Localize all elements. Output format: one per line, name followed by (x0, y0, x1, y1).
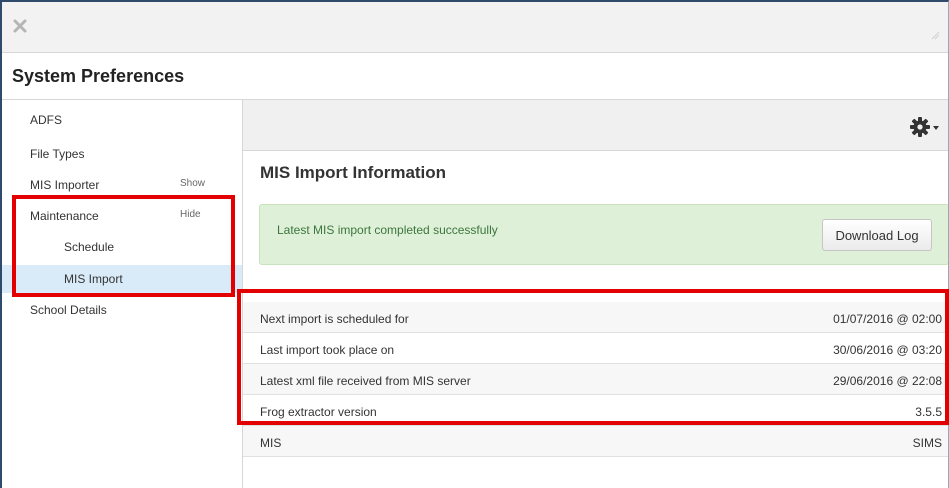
row-label: MIS (260, 436, 282, 450)
gear-icon (910, 117, 930, 137)
hide-toggle[interactable]: Hide (180, 209, 201, 220)
table-row: Latest xml file received from MIS server… (243, 364, 948, 395)
sidebar-item-label: ADFS (30, 113, 63, 127)
table-row: Last import took place on 30/06/2016 @ 0… (243, 333, 948, 364)
row-value: SIMS (912, 436, 942, 450)
table-row: Next import is scheduled for 01/07/2016 … (243, 302, 948, 333)
sidebar-item-maintenance[interactable]: Maintenance Hide (2, 196, 242, 224)
main-content: MIS Import Information Latest MIS import… (243, 100, 948, 488)
toolbar (243, 100, 948, 151)
show-toggle[interactable]: Show (180, 178, 205, 189)
window-header: System Preferences (2, 53, 948, 100)
table-row: Frog extractor version 3.5.5 (243, 395, 948, 426)
settings-dropdown-button[interactable] (908, 115, 942, 139)
sidebar-item-label: School Details (30, 303, 107, 317)
success-alert: Latest MIS import completed successfully… (259, 204, 948, 265)
sidebar-item-mis-importer[interactable]: MIS Importer Show (2, 165, 242, 193)
alert-message: Latest MIS import completed successfully (277, 223, 498, 237)
close-icon[interactable] (12, 18, 28, 34)
sidebar-item-mis-import[interactable]: MIS Import (2, 265, 242, 293)
caret-down-icon (933, 126, 939, 130)
sidebar: ADFS File Types MIS Importer Show Mainte… (2, 100, 243, 488)
title-bar (2, 2, 948, 53)
download-log-button[interactable]: Download Log (822, 219, 932, 251)
row-label: Last import took place on (260, 343, 395, 357)
sidebar-item-adfs[interactable]: ADFS (2, 100, 242, 128)
row-value: 29/06/2016 @ 22:08 (833, 374, 942, 388)
row-value: 3.5.5 (915, 405, 942, 419)
sidebar-item-label: MIS Import (64, 272, 123, 286)
sidebar-item-school-details[interactable]: School Details (2, 290, 242, 318)
resize-grip-icon[interactable] (930, 27, 940, 40)
sidebar-item-file-types[interactable]: File Types (2, 134, 242, 162)
row-label: Latest xml file received from MIS server (260, 374, 471, 388)
row-value: 01/07/2016 @ 02:00 (833, 312, 942, 326)
system-preferences-window: System Preferences ADFS File Types MIS I… (0, 0, 949, 488)
row-label: Next import is scheduled for (260, 312, 409, 326)
sidebar-item-label: File Types (30, 147, 85, 161)
sidebar-item-label: MIS Importer (30, 178, 100, 192)
sidebar-item-label: Schedule (64, 240, 115, 254)
row-label: Frog extractor version (260, 405, 377, 419)
table-row: MIS SIMS (243, 426, 948, 457)
page-title: System Preferences (12, 66, 185, 86)
section-title: MIS Import Information (260, 163, 447, 182)
row-value: 30/06/2016 @ 03:20 (833, 343, 942, 357)
sidebar-item-schedule[interactable]: Schedule (2, 227, 242, 255)
sidebar-item-label: Maintenance (30, 209, 99, 223)
